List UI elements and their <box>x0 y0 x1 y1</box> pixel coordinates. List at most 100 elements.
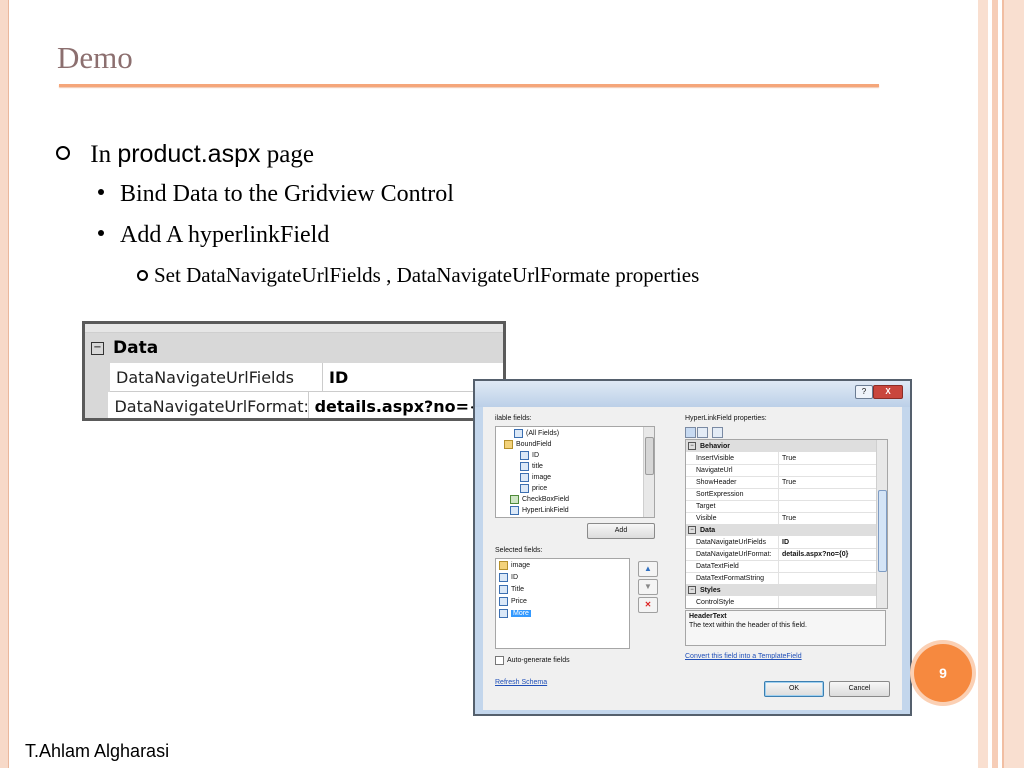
property-row[interactable]: DataNavigateUrlFields ID <box>85 363 503 392</box>
property-name: ControlStyle <box>686 596 779 608</box>
scroll-thumb[interactable] <box>645 437 654 475</box>
autogen-label: Auto-generate fields <box>507 657 570 664</box>
bullet-text: page <box>260 141 314 168</box>
property-scrollbar[interactable] <box>876 440 887 608</box>
move-down-button[interactable]: ▼ <box>638 579 658 595</box>
tree-item[interactable]: BoundField <box>504 440 551 449</box>
field-icon <box>520 462 529 471</box>
tree-item[interactable]: HyperLinkField <box>510 506 569 515</box>
available-fields-tree[interactable]: (All Fields) BoundField ID title image p… <box>495 426 655 518</box>
list-item[interactable]: Price <box>499 597 527 606</box>
dot-bullet-icon <box>98 230 104 237</box>
ok-button[interactable]: OK <box>764 681 824 697</box>
autogen-checkbox-row[interactable]: Auto-generate fields <box>495 656 570 665</box>
list-item[interactable]: ID <box>499 573 518 582</box>
convert-templatefield-link[interactable]: Convert this field into a TemplateField <box>685 653 802 660</box>
property-name: Target <box>686 500 779 512</box>
category-row[interactable]: − Styles <box>686 584 876 596</box>
scroll-thumb[interactable] <box>878 490 887 572</box>
slide-title: Demo <box>57 40 133 75</box>
sort-alpha-icon[interactable] <box>697 427 708 438</box>
list-item[interactable]: Title <box>499 585 524 594</box>
help-button[interactable]: ? <box>855 385 873 399</box>
property-name: DataTextFormatString <box>686 572 779 584</box>
bullet-code: product.aspx <box>117 140 261 168</box>
property-value[interactable]: details.aspx?no={0} <box>779 551 848 558</box>
category-label: Data <box>113 338 159 358</box>
category-row[interactable]: − Data <box>85 333 503 363</box>
close-button[interactable]: X <box>873 385 903 399</box>
collapse-icon[interactable]: − <box>688 442 696 450</box>
delete-field-button[interactable]: ✕ <box>638 597 658 613</box>
property-name: NavigateUrl <box>686 464 779 476</box>
title-underline <box>59 84 879 87</box>
description-panel: HeaderText The text within the header of… <box>685 610 886 646</box>
property-name: DataNavigateUrlFormat: <box>686 548 779 560</box>
property-grid[interactable]: − Behavior InsertVisible True NavigateUrl … <box>685 439 888 609</box>
description-text: The text within the header of this field… <box>689 622 807 629</box>
tree-item[interactable]: CheckBoxField <box>510 495 569 504</box>
bullet-text: Add A hyperlinkField <box>120 222 330 248</box>
tree-item-label: price <box>532 485 548 492</box>
category-label: Data <box>700 526 716 534</box>
category-row[interactable]: − Data <box>686 524 876 536</box>
right-stripe <box>978 0 988 768</box>
property-name: InsertVisible <box>686 452 779 464</box>
right-stripe <box>992 0 998 768</box>
field-icon <box>520 451 529 460</box>
collapse-icon[interactable]: − <box>91 341 104 355</box>
property-value[interactable]: True <box>779 515 796 522</box>
categorized-icon[interactable] <box>685 427 696 438</box>
property-row[interactable]: DataNavigateUrlFormat: details.aspx?no={… <box>85 392 503 418</box>
bullet-text: In <box>90 141 118 168</box>
field-icon <box>499 561 508 570</box>
field-icon <box>520 484 529 493</box>
refresh-schema-link[interactable]: Refresh Schema <box>495 679 547 686</box>
left-border <box>0 0 9 768</box>
tree-item-label: ID <box>532 452 539 459</box>
add-button[interactable]: Add <box>587 523 655 539</box>
property-name: ShowHeader <box>686 476 779 488</box>
list-item-selected[interactable]: More <box>499 609 531 618</box>
description-title: HeaderText <box>689 613 727 620</box>
bullet-level1: In product.aspx page <box>56 140 314 169</box>
zoomed-property-grid: − Data DataNavigateUrlFields ID DataNavi… <box>82 321 506 421</box>
dialog-titlebar <box>475 381 910 407</box>
tree-item-label: HyperLinkField <box>522 507 569 514</box>
collapse-icon[interactable]: − <box>688 526 696 534</box>
field-icon <box>499 585 508 594</box>
tree-item[interactable]: price <box>520 484 547 493</box>
hyperlink-field-icon <box>510 506 519 515</box>
property-name: Visible <box>686 512 779 524</box>
ring-bullet-icon <box>56 146 70 161</box>
autogen-checkbox[interactable] <box>495 656 504 665</box>
tree-item[interactable]: image <box>520 473 551 482</box>
tree-scrollbar[interactable] <box>643 427 654 517</box>
folder-icon <box>504 440 513 449</box>
list-item-label: Price <box>511 598 527 605</box>
property-value[interactable]: True <box>779 455 796 462</box>
tree-item-label: (All Fields) <box>526 430 560 437</box>
collapse-icon[interactable]: − <box>688 586 696 594</box>
property-row[interactable]: ControlStyle <box>686 596 876 608</box>
property-name: DataNavigateUrlFields <box>110 363 323 392</box>
field-icon <box>499 597 508 606</box>
move-up-button[interactable]: ▲ <box>638 561 658 577</box>
category-row[interactable]: − Behavior <box>686 440 876 452</box>
tree-item[interactable]: ID <box>520 451 539 460</box>
cancel-button[interactable]: Cancel <box>829 681 890 697</box>
hyperlink-field-icon <box>499 609 508 618</box>
property-value[interactable]: ID <box>779 539 789 546</box>
property-value[interactable]: True <box>779 479 796 486</box>
selected-fields-list[interactable]: image ID Title Price More <box>495 558 630 649</box>
tree-item[interactable]: title <box>520 462 543 471</box>
field-icon <box>514 429 523 438</box>
property-pages-icon[interactable] <box>712 427 723 438</box>
tree-item[interactable]: (All Fields) <box>514 429 559 438</box>
list-item[interactable]: image <box>499 561 530 570</box>
bullet-level2: Bind Data to the Gridview Control <box>98 181 454 208</box>
right-stripe <box>1002 0 1024 768</box>
bullet-level3: Set DataNavigateUrlFields , DataNavigate… <box>137 263 699 288</box>
list-item-label: image <box>511 562 531 569</box>
category-label: Behavior <box>700 442 730 450</box>
